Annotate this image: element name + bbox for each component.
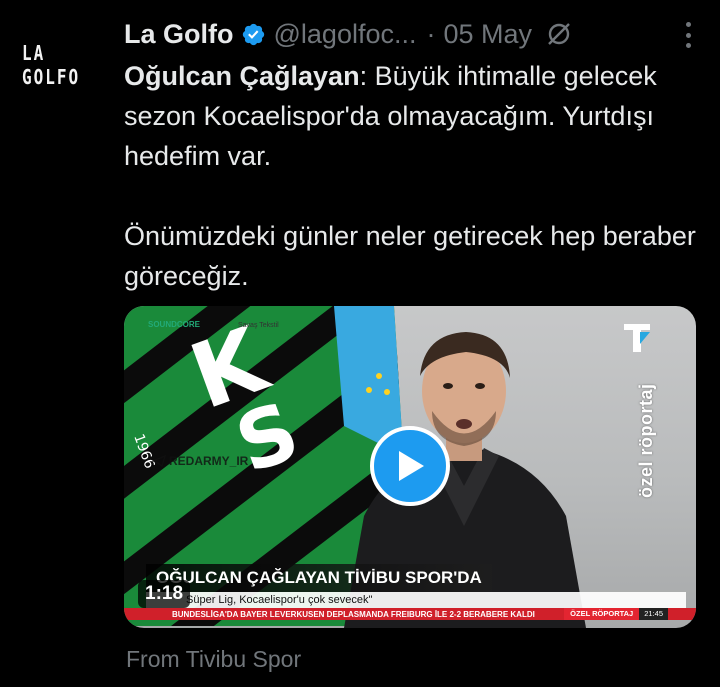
media-source[interactable]: From Tivibu Spor <box>126 646 301 673</box>
avatar-logo-text: LA GOLFO <box>22 41 81 89</box>
author-name[interactable]: La Golfo <box>124 19 234 50</box>
telegram-icon <box>152 455 166 467</box>
video-duration: 1:18 <box>138 580 191 608</box>
tweet-text-body: : Büyük ihtimalle gelecek sezon Kocaelis… <box>124 61 696 291</box>
ticker-tag: ÖZEL RÖPORTAJ <box>564 608 640 620</box>
verified-badge-icon <box>241 22 266 47</box>
play-button-icon[interactable] <box>370 426 450 506</box>
more-options-icon[interactable] <box>684 22 692 48</box>
grok-icon[interactable] <box>546 21 572 47</box>
tweet-text-bold: Oğulcan Çağlayan <box>124 61 360 91</box>
news-ticker: BUNDESLİGA'DA BAYER LEVERKUSEN DEPLASMAN… <box>124 608 696 620</box>
lower-third-title: OĞULCAN ÇAĞLAYAN TİVİBU SPOR'DA <box>146 564 492 592</box>
watermark: REDARMY_IR <box>152 454 248 468</box>
ticker-text: BUNDESLİGA'DA BAYER LEVERKUSEN DEPLASMAN… <box>172 609 535 619</box>
tweet-header: La Golfo @lagolfoc... · 05 May <box>124 14 704 54</box>
video-player[interactable]: K S 1966 SOUNDCORE Savaş Tekstil REDARMY… <box>124 306 696 628</box>
author-handle[interactable]: @lagolfoc... <box>274 19 417 50</box>
vertical-label: özel röportaj <box>636 383 656 499</box>
sponsor-logo-2: Savaş Tekstil <box>238 322 279 329</box>
tweet-date[interactable]: 05 May <box>443 19 532 50</box>
separator-dot: · <box>426 18 436 49</box>
tweet-text: Oğulcan Çağlayan: Büyük ihtimalle gelece… <box>124 56 704 296</box>
ticker-time: 21:45 <box>639 608 668 620</box>
watermark-text: REDARMY_IR <box>169 454 249 468</box>
lower-third-subtitle: Süper Lig, Kocaelispor'u çok sevecek" <box>146 592 686 608</box>
tivibu-logo-icon <box>624 324 650 352</box>
sponsor-logo: SOUNDCORE <box>148 320 201 329</box>
avatar[interactable]: LA GOLFO <box>22 22 108 108</box>
